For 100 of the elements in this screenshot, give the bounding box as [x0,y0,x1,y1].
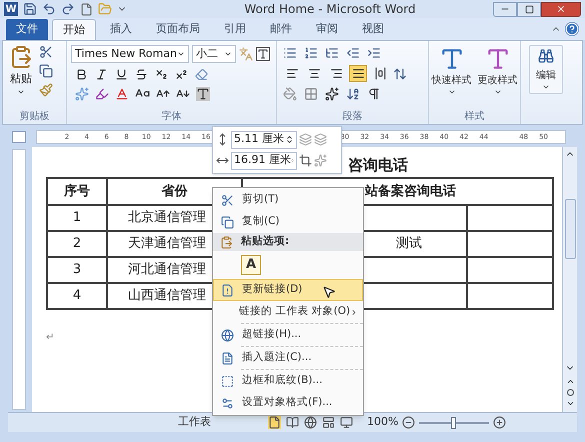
format-painter-icon[interactable] [39,83,53,97]
web-layout-icon[interactable] [304,416,317,429]
asian-layout-icon[interactable] [325,87,339,101]
eraser-icon[interactable] [195,68,208,81]
document-icon [220,352,234,364]
highlighter-icon[interactable] [95,86,109,100]
font-color-icon[interactable] [115,86,129,100]
alignment-button[interactable] [349,65,367,82]
close-icon [556,4,566,14]
size-spinner[interactable]: 5.11 厘米 [231,130,297,148]
bullets-icon[interactable] [283,46,297,60]
ribbon-tab[interactable]: 视图 [352,19,394,40]
help-icon[interactable] [565,22,579,36]
font-name-field[interactable]: Times New Roman [71,45,189,63]
styles-button[interactable]: 更改样式 [476,45,520,108]
dashed-square-icon [220,374,234,388]
decrease-indent-icon[interactable] [346,46,360,60]
menu-item[interactable]: 边框和底纹(B)... [213,370,363,392]
window-title: Word Home - Microsoft Word [243,1,416,18]
spin-arrows-icon[interactable] [285,135,294,144]
menu-item[interactable]: 复制(C) [213,211,363,233]
group-label: 字体 [162,110,182,124]
character-border-icon[interactable] [256,47,270,61]
maximize-button[interactable] [517,2,541,16]
zoom-level[interactable]: 100% [367,414,398,431]
cut-icon[interactable] [39,45,53,59]
next-page-icon[interactable] [566,399,574,408]
outline-view-icon[interactable] [322,416,335,429]
distributed-icon [374,67,386,80]
bold-icon[interactable] [75,68,88,81]
app-icon[interactable]: W [4,2,18,16]
font-size-field[interactable]: 小二 [192,45,236,63]
tab-selector[interactable] [12,131,26,143]
ribbon-tab[interactable]: 页面布局 [146,19,210,40]
subscript-icon[interactable] [155,68,168,81]
sort-icon[interactable] [346,87,360,101]
ribbon-tab[interactable]: 开始 [52,19,96,40]
paste-button[interactable]: 粘贴 [7,43,35,108]
binoculars-icon [538,48,554,64]
new-document-icon[interactable] [80,2,93,16]
previous-page-icon[interactable] [566,377,574,386]
vertical-scrollbar[interactable] [562,147,577,412]
editing-button[interactable]: 编辑 [529,45,563,94]
menu-item[interactable]: 超链接(H)... [213,324,363,346]
character-shading-icon[interactable] [196,86,210,100]
italic-icon[interactable] [95,68,108,81]
document-warning-icon [220,284,234,296]
table-cell: 测试 [396,236,422,252]
table-cell: 河北通信管理 [128,262,206,278]
maximize-icon [524,4,534,14]
borders-icon[interactable] [304,87,318,101]
menu-item[interactable]: 更新链接(D) [213,279,363,301]
crop-icon[interactable] [299,154,312,167]
copy-icon[interactable] [39,64,53,78]
redo-icon[interactable] [61,2,75,16]
undo-icon[interactable] [42,2,56,16]
reading-view-icon[interactable] [286,416,299,429]
status-text: 工作表 [178,414,212,430]
size-spinner[interactable]: 16.91 厘米 [231,152,297,170]
scissors-icon [220,194,234,206]
zoom-in-icon[interactable] [493,416,506,429]
table-title: 咨询电话 [348,154,408,176]
file-tab[interactable]: 文件 [6,19,48,40]
styles-button[interactable]: 快速样式 [430,45,474,108]
close-button[interactable] [541,2,581,16]
ribbon-tab[interactable]: 邮件 [260,19,302,40]
table-cell: 天津通信管理 [128,236,206,252]
ribbon-tab[interactable]: 审阅 [306,19,348,40]
menu-item[interactable]: 设置对象格式(F)... [213,392,363,414]
menu-item[interactable]: 插入题注(C)... [213,347,363,369]
align-left-icon [286,67,298,80]
align-center-icon [308,67,320,80]
draft-view-icon[interactable] [340,416,353,429]
ribbon-tab[interactable]: 插入 [100,19,142,40]
underline-icon[interactable] [115,68,128,81]
align-right-icon [330,67,342,80]
line-spacing-icon[interactable] [393,66,407,80]
strikethrough-icon[interactable] [135,68,148,81]
table-cell: 山西通信管理 [128,288,206,304]
browse-object-icon[interactable] [566,389,574,396]
menu-item[interactable]: 剪切(T) [213,189,363,211]
multilevel-list-icon[interactable] [325,46,339,60]
numbering-icon[interactable] [304,46,318,60]
superscript-icon[interactable] [175,68,188,81]
group-label: 剪贴板 [20,110,50,124]
group-label: 样式 [464,110,484,124]
menu-item[interactable]: 链接的 工作表 对象(O) [213,301,363,323]
zoom-slider-thumb[interactable] [451,416,456,428]
increase-indent-icon[interactable] [367,46,381,60]
scroll-thumb[interactable] [564,199,576,259]
show-marks-icon[interactable] [367,87,381,101]
save-icon[interactable] [23,2,37,16]
menu-section-label: 粘贴选项: [240,234,290,250]
globe-icon [220,328,234,342]
ribbon-tab[interactable]: 引用 [214,19,256,40]
keep-text-only-button[interactable]: A [241,255,261,275]
table-cell: 1 [72,210,82,226]
print-layout-icon[interactable] [268,416,281,429]
zoom-out-icon[interactable] [402,416,416,429]
group-label: 段落 [342,110,362,124]
